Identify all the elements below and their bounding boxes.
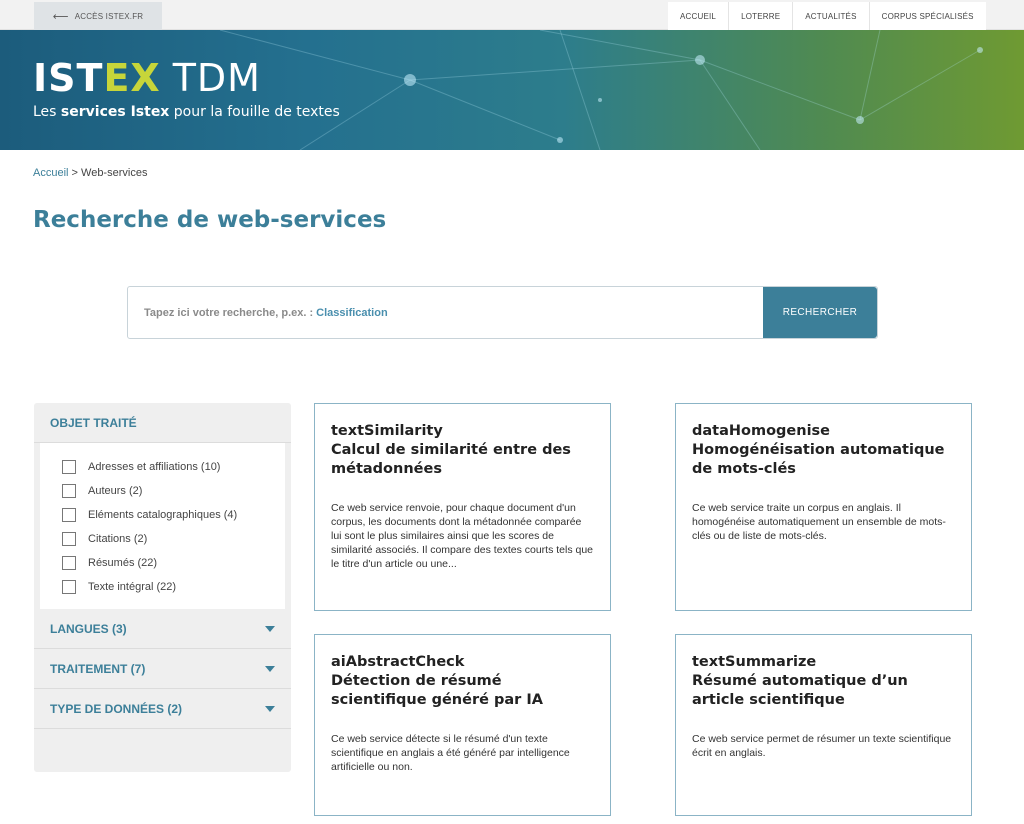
filter-option-label: Eléments catalographiques (4) [88, 509, 238, 521]
card-service-name: dataHomogenise [692, 423, 831, 439]
card-service-title: Calcul de similarité entre des métadonné… [331, 442, 571, 477]
filter-type-donnees-header[interactable]: TYPE DE DONNÉES (2) [34, 689, 291, 729]
nav-accueil[interactable]: ACCUEIL [668, 2, 728, 30]
card-service-title: Résumé automatique d’un article scientif… [692, 673, 908, 708]
card-service-name: textSimilarity [331, 423, 443, 439]
checkbox[interactable] [62, 580, 76, 594]
filter-option[interactable]: Eléments catalographiques (4) [62, 503, 285, 527]
chevron-down-icon [265, 666, 275, 672]
search-bar: Tapez ici votre recherche, p.ex. : Class… [127, 286, 878, 339]
search-field[interactable]: Tapez ici votre recherche, p.ex. : Class… [128, 287, 763, 338]
logo-ist: IST [33, 56, 104, 100]
search-button[interactable]: RECHERCHER [763, 287, 877, 338]
checkbox[interactable] [62, 508, 76, 522]
header-banner: ISTEX TDM Les services Istex pour la foui… [0, 30, 1024, 150]
checkbox[interactable] [62, 460, 76, 474]
filter-langues-header[interactable]: LANGUES (3) [34, 609, 291, 649]
chevron-down-icon [265, 706, 275, 712]
card-service-name: textSummarize [692, 654, 817, 670]
istex-tdm-logo[interactable]: ISTEX TDM [33, 56, 261, 100]
filter-option[interactable]: Résumés (22) [62, 551, 285, 575]
filter-option[interactable]: Citations (2) [62, 527, 285, 551]
filter-option-label: Adresses et affiliations (10) [88, 461, 221, 473]
nav-actualites[interactable]: ACTUALITÉS [792, 2, 868, 30]
service-card-datahomogenise[interactable]: dataHomogenise Homogénéisation automatiqu… [675, 403, 972, 611]
service-card-textsimilarity[interactable]: textSimilarity Calcul de similarité entre… [314, 403, 611, 611]
breadcrumb-home-link[interactable]: Accueil [33, 167, 68, 179]
checkbox[interactable] [62, 484, 76, 498]
logo-ex: EX [103, 56, 161, 100]
filter-type-donnees-label: TYPE DE DONNÉES (2) [50, 701, 183, 716]
filter-option-label: Résumés (22) [88, 557, 158, 569]
breadcrumb-separator: > [68, 167, 82, 179]
page-title: Recherche de web-services [33, 207, 387, 233]
card-service-title: Homogénéisation automatique de mots-clés [692, 442, 945, 477]
card-title: textSimilarity Calcul de similarité entre… [331, 422, 594, 479]
breadcrumb-current: Web-services [81, 167, 148, 179]
checkbox[interactable] [62, 532, 76, 546]
chevron-down-icon [265, 626, 275, 632]
service-card-aiabstractcheck[interactable]: aiAbstractCheck Détection de résumé scien… [314, 634, 611, 816]
filter-option-label: Texte intégral (22) [88, 581, 177, 593]
service-card-textsummarize[interactable]: textSummarize Résumé automatique d’un art… [675, 634, 972, 816]
tagline-bold: services Istex [60, 104, 170, 120]
card-description: Ce web service détecte si le résumé d'un… [331, 733, 570, 773]
card-description: Ce web service permet de résumer un text… [692, 733, 952, 759]
filter-objet-traite-list: Adresses et affiliations (10) Auteurs (2… [40, 443, 285, 609]
card-title: textSummarize Résumé automatique d’un art… [692, 653, 955, 710]
logo-tdm: TDM [172, 56, 261, 100]
filter-objet-traite-header[interactable]: OBJET TRAITÉ [34, 403, 291, 443]
card-title: dataHomogenise Homogénéisation automatiqu… [692, 422, 955, 479]
filter-traitement-label: TRAITEMENT (7) [50, 661, 146, 676]
nav-corpus-specialises[interactable]: CORPUS SPÉCIALISÉS [868, 2, 986, 30]
card-description: Ce web service traite un corpus en angla… [692, 502, 946, 542]
filter-option[interactable]: Texte intégral (22) [62, 575, 285, 599]
card-service-title: Détection de résumé scientifique généré … [331, 673, 543, 708]
filter-option-label: Auteurs (2) [88, 485, 143, 497]
filter-traitement-header[interactable]: TRAITEMENT (7) [34, 649, 291, 689]
breadcrumb: Accueil > Web-services [33, 167, 147, 179]
filter-option[interactable]: Auteurs (2) [62, 479, 285, 503]
top-bar: ⟵ ACCÈS ISTEX.FR ACCUEIL LOTERRE ACTUALI… [0, 0, 1024, 30]
checkbox[interactable] [62, 556, 76, 570]
top-nav: ACCUEIL LOTERRE ACTUALITÉS CORPUS SPÉCIA… [668, 2, 986, 30]
card-title: aiAbstractCheck Détection de résumé scien… [331, 653, 594, 710]
card-description: Ce web service renvoie, pour chaque docu… [331, 502, 594, 570]
tagline-pre: Les [33, 104, 61, 120]
card-service-name: aiAbstractCheck [331, 654, 465, 670]
back-link-label: ACCÈS ISTEX.FR [74, 11, 144, 21]
filter-langues-label: LANGUES (3) [50, 621, 127, 636]
tagline-post: pour la fouille de textes [169, 104, 340, 120]
nav-loterre[interactable]: LOTERRE [728, 2, 792, 30]
filter-option-label: Citations (2) [88, 533, 148, 545]
back-to-istex-link[interactable]: ⟵ ACCÈS ISTEX.FR [34, 2, 162, 30]
arrow-left-icon: ⟵ [52, 10, 69, 23]
banner-tagline: Les services Istex pour la fouille de te… [33, 104, 340, 120]
filters-sidebar: OBJET TRAITÉ Adresses et affiliations (1… [34, 403, 291, 772]
filter-option[interactable]: Adresses et affiliations (10) [62, 455, 285, 479]
